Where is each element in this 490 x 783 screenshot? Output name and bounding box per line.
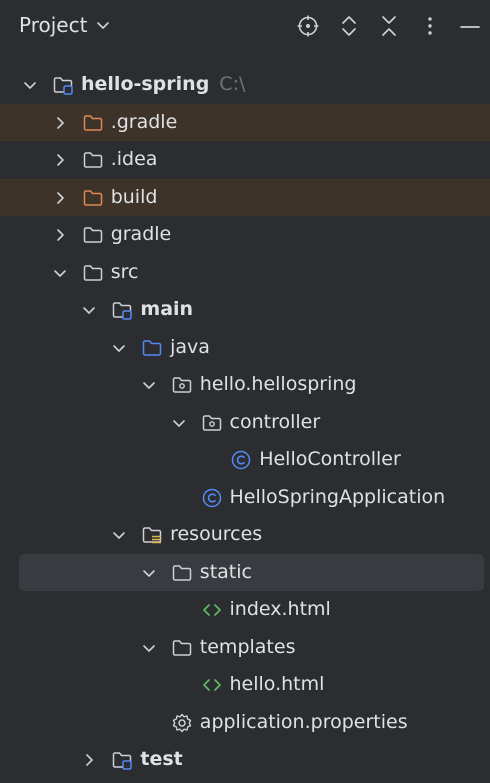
tree-node-label: hello-spring C:\	[81, 73, 246, 95]
tree-node-hello-html[interactable]: hello.html	[0, 666, 490, 704]
chevron-down-icon[interactable]	[22, 77, 38, 93]
class-icon	[202, 488, 221, 507]
resources-folder-icon	[142, 527, 162, 544]
html-file-icon	[202, 679, 221, 691]
tree-node-label: .idea	[110, 148, 158, 170]
html-file-icon	[202, 604, 221, 616]
tree-node-label: index.html	[229, 598, 331, 620]
tree-node-build[interactable]: build	[0, 178, 490, 216]
folder-icon	[172, 639, 192, 656]
chevron-right-icon[interactable]	[52, 115, 68, 131]
tree-node-gradle[interactable]: gradle	[0, 216, 490, 254]
tree-node-label: hello.hellospring	[199, 373, 357, 395]
collapse-all-icon[interactable]	[376, 13, 402, 39]
path-hint: C:\	[219, 73, 246, 95]
tool-window-header: Project	[0, 0, 490, 54]
folder-icon	[172, 564, 192, 581]
tree-node-main[interactable]: main	[0, 291, 490, 329]
view-selector[interactable]: Project	[19, 13, 111, 37]
folder-icon	[83, 227, 102, 243]
excluded-folder-icon	[83, 114, 102, 131]
tree-node-label: gradle	[110, 223, 172, 245]
package-icon	[172, 377, 192, 393]
more-options-icon[interactable]	[417, 13, 443, 39]
chevron-right-icon[interactable]	[52, 152, 68, 168]
tree-node-gradle[interactable]: .gradle	[0, 103, 490, 141]
chevron-down-icon[interactable]	[111, 340, 127, 356]
tree-node-application-properties[interactable]: application.properties	[0, 704, 490, 742]
project-tree: hello-spring C:\ .gradle .idea build gradle sr…	[0, 66, 490, 779]
tree-node-hellospringapplication[interactable]: HelloSpringApplication	[0, 479, 490, 517]
tree-node-label: hello.html	[229, 673, 325, 695]
tree-node-static[interactable]: static	[19, 553, 484, 591]
tree-node-label: controller	[229, 410, 321, 433]
tree-node-test[interactable]: test	[0, 741, 490, 779]
chevron-right-icon[interactable]	[52, 190, 68, 206]
chevron-down-icon	[97, 22, 110, 29]
tree-node-controller[interactable]: controller	[0, 404, 490, 442]
folder-icon	[83, 152, 102, 168]
tree-node-label: templates	[199, 635, 296, 658]
module-folder-icon	[53, 77, 73, 95]
module-folder-icon	[113, 752, 133, 770]
tree-node-label: src	[110, 260, 139, 283]
tree-node-label: application.properties	[199, 710, 408, 733]
chevron-down-icon[interactable]	[81, 302, 97, 318]
tree-node-java[interactable]: java	[0, 329, 490, 367]
tree-node-label: build	[110, 185, 158, 208]
chevron-down-icon[interactable]	[52, 265, 68, 281]
tree-node-label: test	[140, 748, 183, 770]
tree-node-hello-spring[interactable]: hello-spring C:\	[0, 66, 490, 104]
tree-node-hello-hellospring[interactable]: hello.hellospring	[0, 366, 490, 404]
chevron-right-icon[interactable]	[52, 227, 68, 243]
settings-file-icon	[172, 713, 191, 732]
chevron-down-icon[interactable]	[141, 377, 157, 393]
tree-node-src[interactable]: src	[0, 254, 490, 292]
class-icon	[231, 450, 251, 470]
tree-node-templates[interactable]: templates	[0, 629, 490, 667]
chevron-down-icon[interactable]	[141, 640, 157, 656]
tree-node-resources[interactable]: resources	[0, 516, 490, 554]
locate-icon[interactable]	[295, 13, 321, 39]
tree-node-hellocontroller[interactable]: HelloController	[0, 441, 490, 479]
chevron-right-icon[interactable]	[81, 752, 97, 768]
tree-node-index-html[interactable]: index.html	[0, 591, 490, 629]
tree-node-label: java	[170, 335, 210, 358]
project-tool-window: Project hello-spring C:\ .gradle .idea b…	[0, 0, 490, 783]
tree-node-label: static	[199, 560, 252, 583]
view-title: Project	[19, 13, 88, 37]
module-folder-icon	[113, 302, 133, 320]
expand-all-icon[interactable]	[336, 13, 362, 39]
tree-node-label: resources	[170, 523, 263, 545]
tree-node-label: HelloSpringApplication	[229, 485, 446, 508]
tree-node-label: main	[140, 298, 194, 320]
minimize-icon[interactable]	[457, 13, 483, 39]
tree-node-label: HelloController	[259, 448, 401, 470]
chevron-down-icon[interactable]	[111, 527, 127, 543]
package-icon	[202, 414, 221, 431]
source-folder-icon	[142, 339, 162, 356]
chevron-down-icon[interactable]	[171, 415, 187, 431]
tree-node-idea[interactable]: .idea	[0, 141, 490, 179]
chevron-down-icon[interactable]	[141, 565, 157, 581]
folder-icon	[83, 264, 102, 281]
excluded-folder-icon	[83, 189, 102, 206]
tree-node-label: .gradle	[110, 110, 178, 133]
